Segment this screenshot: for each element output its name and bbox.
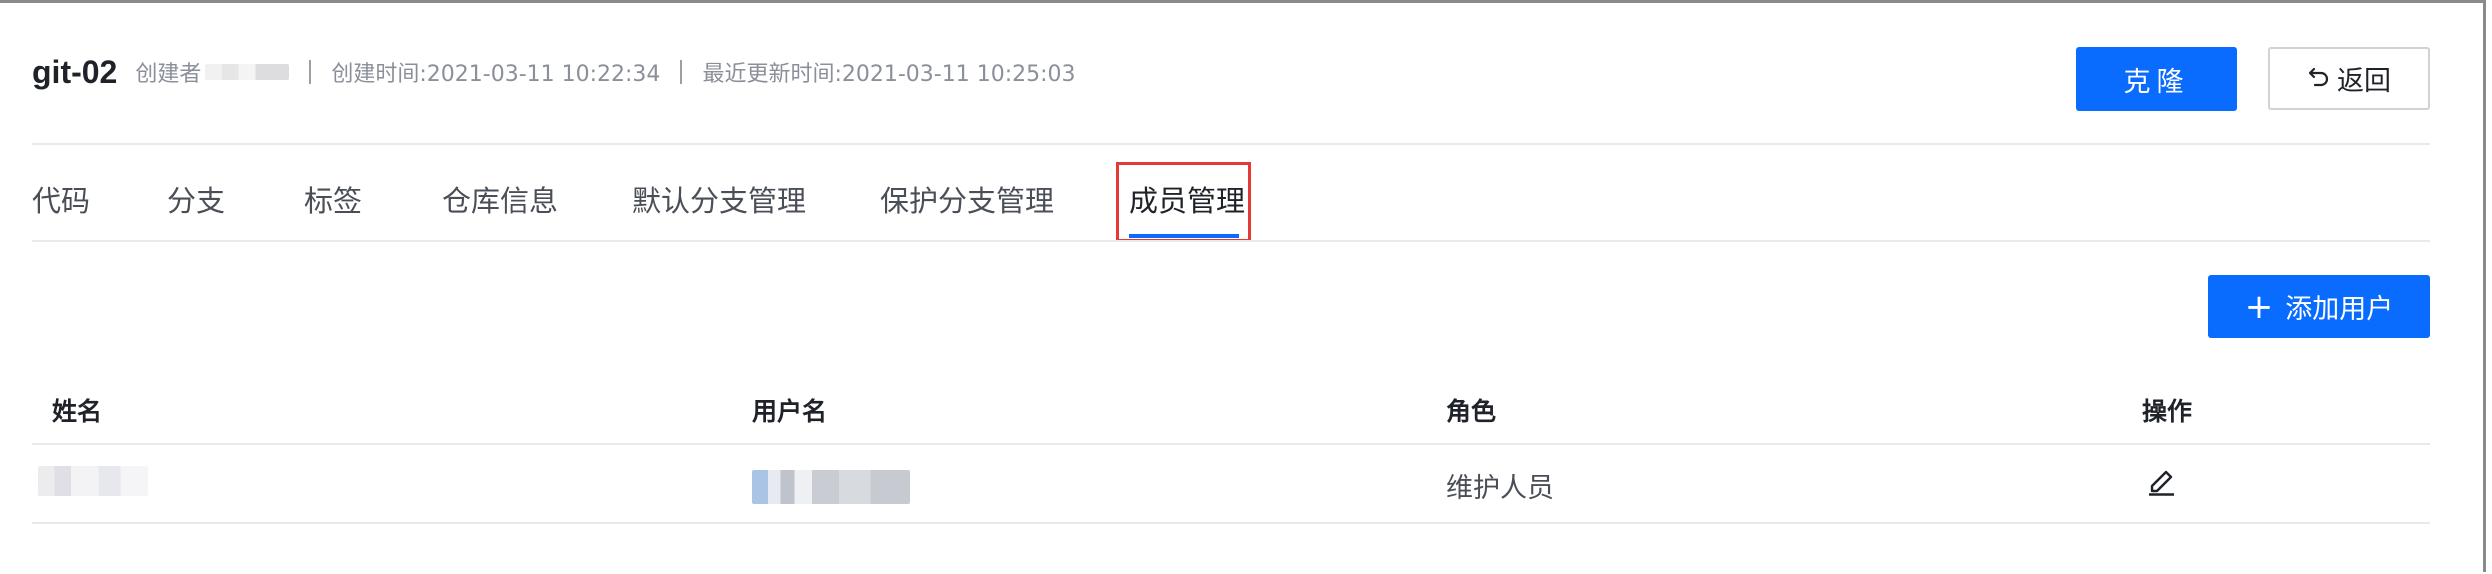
annotation-highlight-box [1116, 162, 1251, 242]
tab-repo-info[interactable]: 仓库信息 [442, 178, 558, 220]
undo-arrow-icon [2307, 62, 2331, 95]
plus-icon: + [2244, 286, 2274, 327]
repo-header: git-02 创建者 创建时间:2021-03-11 10:22:34 最近更新… [32, 52, 1076, 92]
repo-meta: 创建者 创建时间:2021-03-11 10:22:34 最近更新时间:2021… [135, 56, 1076, 88]
tab-code[interactable]: 代码 [32, 178, 90, 220]
divider [32, 240, 2430, 242]
column-header-role: 角色 [1446, 397, 1497, 426]
repo-title: git-02 [32, 53, 118, 90]
updated-time: 最近更新时间:2021-03-11 10:25:03 [702, 62, 1076, 87]
column-header-username: 用户名 [752, 397, 828, 426]
tab-tags[interactable]: 标签 [304, 178, 362, 220]
back-button[interactable]: 返回 [2268, 47, 2430, 110]
meta-divider [680, 60, 683, 84]
created-time: 创建时间:2021-03-11 10:22:34 [331, 62, 661, 87]
column-header-actions: 操作 [2142, 397, 2193, 426]
tab-default-branch[interactable]: 默认分支管理 [632, 178, 806, 220]
meta-divider [309, 60, 312, 84]
back-label: 返回 [2337, 66, 2391, 97]
table-header-divider [32, 443, 2430, 445]
divider [32, 522, 2430, 524]
add-user-label: 添加用户 [2285, 294, 2394, 325]
add-user-button[interactable]: + 添加用户 [2208, 275, 2430, 338]
divider [32, 143, 2430, 145]
member-name-redacted [38, 466, 148, 496]
edit-icon[interactable] [2146, 464, 2176, 496]
creator-name-redacted [205, 64, 290, 80]
member-username-redacted [752, 470, 910, 504]
clone-button[interactable]: 克隆 [2076, 47, 2237, 111]
column-header-name: 姓名 [52, 397, 103, 426]
creator-label: 创建者 [135, 62, 202, 87]
member-role: 维护人员 [1446, 473, 1554, 504]
tab-protected-branch[interactable]: 保护分支管理 [880, 178, 1054, 220]
tab-branches[interactable]: 分支 [167, 178, 225, 220]
